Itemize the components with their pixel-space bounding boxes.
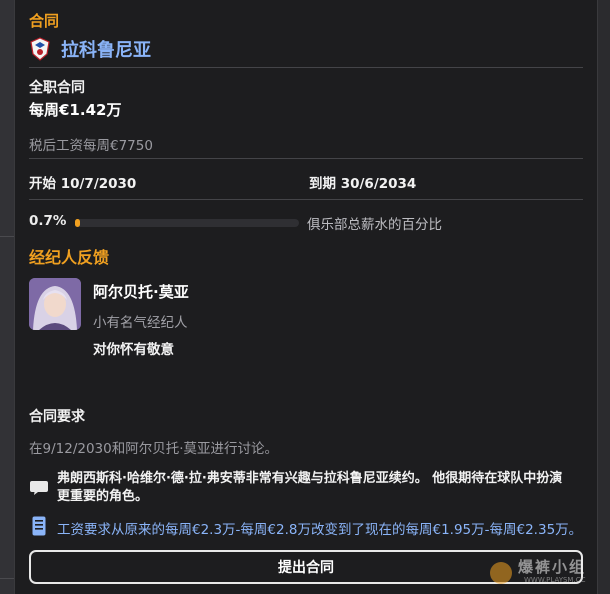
end-date-field: 到期 30/6/2034 [309, 172, 416, 192]
start-label: 开始 [29, 176, 56, 192]
club-name-link[interactable]: 拉科鲁尼亚 [61, 36, 151, 62]
after-tax-wage: 税后工资每周€7750 [29, 138, 153, 154]
weekly-wage: 每周€1.42万 [29, 101, 122, 119]
wage-percent-row: 0.7% 俱乐部总薪水的百分比 [29, 213, 583, 233]
watermark: 爆裤小组 WWW.PLAYSM.CC [488, 554, 608, 590]
end-date: 30/6/2034 [340, 176, 417, 192]
contract-dates: 开始 10/7/2030 到期 30/6/2034 [29, 172, 583, 192]
divider [29, 67, 583, 68]
club-crest-icon [29, 37, 51, 61]
wage-percent-bar [75, 219, 299, 227]
requirements-title: 合同要求 [29, 409, 85, 425]
end-label: 到期 [309, 176, 336, 192]
wage-demand-change: 工资要求从原来的每周€2.3万-每周€2.8万改变到了现在的每周€1.95万-每… [57, 522, 583, 538]
speech-bubble-icon [29, 480, 49, 496]
contract-panel: 合同 拉科鲁尼亚 全职合同 每周€1.42万 税后工资每周€7750 开始 10… [14, 0, 598, 594]
divider [29, 199, 583, 200]
wage-percent-bar-fill [75, 219, 80, 227]
agent-name-link[interactable]: 阿尔贝托·莫亚 [93, 281, 189, 302]
wage-percent-text: 0.7% [29, 213, 67, 229]
discussion-date: 在9/12/2030和阿尔贝托·莫亚进行讨论。 [29, 441, 279, 457]
document-icon [32, 516, 46, 536]
watermark-url: WWW.PLAYSM.CC [524, 576, 586, 584]
agent-section-title: 经纪人反馈 [29, 248, 110, 267]
left-side-strip [0, 0, 14, 594]
club-row[interactable]: 拉科鲁尼亚 [29, 36, 583, 62]
agent-attitude: 对你怀有敬意 [93, 342, 174, 358]
agent-avatar[interactable] [29, 278, 81, 330]
start-date-field: 开始 10/7/2030 [29, 172, 309, 192]
wage-percent-label: 俱乐部总薪水的百分比 [307, 217, 442, 233]
contract-type: 全职合同 [29, 80, 85, 96]
watermark-logo-icon [490, 562, 512, 584]
side-strip-divider [0, 236, 14, 237]
side-strip-divider [0, 578, 14, 579]
contract-section-title: 合同 [29, 12, 60, 30]
player-comment: 弗朗西斯科·哈维尔·德·拉·弗安蒂非常有兴趣与拉科鲁尼亚续约。 他很期待在球队中… [57, 471, 563, 504]
start-date: 10/7/2030 [60, 176, 137, 192]
watermark-text: 爆裤小组 [518, 558, 587, 576]
divider [29, 158, 583, 159]
agent-reputation: 小有名气经纪人 [93, 315, 188, 331]
